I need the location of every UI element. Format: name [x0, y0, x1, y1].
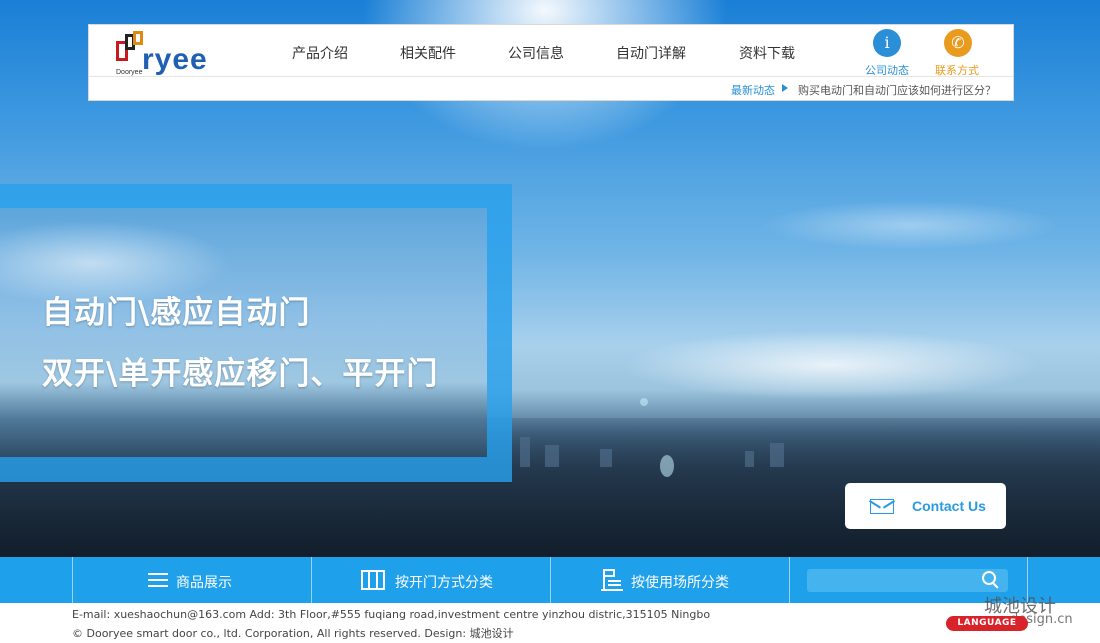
logo-subtext: Dooryee	[116, 69, 143, 76]
header-divider	[89, 76, 1013, 77]
nav-door-details[interactable]: 自动门详解	[616, 43, 686, 63]
language-button[interactable]: LANGUAGE	[946, 616, 1028, 631]
footer-copyright: © Dooryee smart door co., ltd. Corporati…	[72, 627, 514, 640]
lens-flare	[640, 398, 648, 406]
footer-contact-info: E-mail: xueshaochun@163.com Add: 3th Flo…	[72, 608, 711, 621]
lens-flare	[660, 455, 674, 477]
logo-wordmark: ryee	[142, 43, 208, 76]
building	[600, 449, 612, 467]
category-usage-place-label: 按使用场所分类	[631, 575, 729, 591]
hero-subtitle: 双开\单开感应移门、平开门	[42, 356, 439, 392]
hero-frame-inner	[0, 208, 487, 457]
category-bar: 商品展示 按开门方式分类 按使用场所分类	[0, 557, 1100, 603]
info-icon[interactable]: i	[873, 29, 901, 57]
list-icon	[148, 573, 168, 587]
nav-products[interactable]: 产品介绍	[292, 43, 348, 63]
mail-icon	[870, 499, 894, 514]
play-arrow-icon	[782, 84, 788, 92]
category-products[interactable]: 商品展示	[73, 557, 311, 603]
building	[520, 437, 530, 467]
cloud	[620, 330, 1040, 400]
building	[745, 451, 754, 467]
nav-accessories[interactable]: 相关配件	[400, 43, 456, 63]
news-ticker-label: 最新动态	[731, 84, 775, 97]
category-opening-type-label: 按开门方式分类	[395, 575, 493, 591]
category-products-label: 商品展示	[176, 575, 232, 591]
nav-downloads[interactable]: 资料下载	[739, 43, 795, 63]
site-header: ryee Dooryee 产品介绍 相关配件 公司信息 自动门详解 资料下载 i…	[88, 24, 1014, 101]
divider	[789, 557, 790, 603]
cloud	[760, 200, 1060, 250]
category-opening-type[interactable]: 按开门方式分类	[312, 557, 550, 603]
contact-us-button[interactable]: Contact Us	[845, 483, 1006, 529]
search-icon[interactable]	[982, 571, 1000, 589]
nav-company[interactable]: 公司信息	[508, 43, 564, 63]
door-icon	[361, 570, 385, 590]
hero-title: 自动门\感应自动门	[42, 295, 311, 331]
search-input[interactable]	[807, 569, 1008, 592]
building-icon	[601, 569, 623, 591]
building	[545, 445, 559, 467]
contact-us-label: Contact Us	[912, 498, 986, 514]
category-usage-place[interactable]: 按使用场所分类	[551, 557, 789, 603]
building	[770, 443, 784, 467]
phone-icon[interactable]: ✆	[944, 29, 972, 57]
brand-logo[interactable]: ryee Dooryee	[116, 31, 212, 77]
news-ticker-link[interactable]: 购买电动门和自动门应该如何进行区分？	[798, 82, 996, 98]
